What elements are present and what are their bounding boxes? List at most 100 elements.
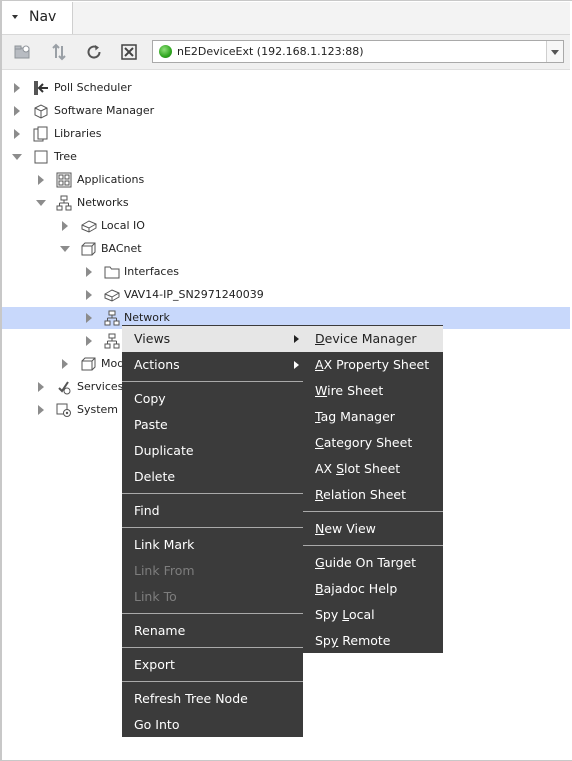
submenu-item-ax-property-sheet[interactable]: AX Property Sheet: [303, 352, 443, 378]
expand-icon[interactable]: [62, 221, 68, 231]
menu-separator: [122, 527, 303, 528]
submenu-item-relation-sheet[interactable]: Relation Sheet: [303, 482, 443, 508]
caret-down-icon[interactable]: [12, 15, 18, 19]
menu-item-link-to: Link To: [122, 584, 303, 610]
menu-label: Go Into: [134, 717, 180, 732]
menu-label: Find: [134, 503, 160, 518]
tree-node-software-manager[interactable]: Software Manager: [2, 100, 570, 122]
submenu-item-wire-sheet[interactable]: Wire Sheet: [303, 378, 443, 404]
mnemonic: G: [315, 555, 325, 570]
menu-item-views[interactable]: Views: [122, 326, 303, 352]
tree-node-libraries[interactable]: Libraries: [2, 123, 570, 145]
submenu-item-spy-remote[interactable]: Spy Remote: [303, 628, 443, 654]
station-select[interactable]: nE2DeviceExt (192.168.1.123:88): [152, 40, 564, 63]
menu-item-paste[interactable]: Paste: [122, 412, 303, 438]
item-text: ag Manager: [320, 409, 395, 424]
expand-icon[interactable]: [38, 175, 44, 185]
close-button[interactable]: [118, 41, 140, 63]
tree-node-networks[interactable]: Networks: [2, 192, 570, 214]
menu-label: Link To: [134, 589, 177, 604]
chevron-down-icon: [551, 50, 559, 55]
collapse-icon[interactable]: [36, 200, 46, 206]
expand-icon[interactable]: [62, 359, 68, 369]
menu-separator: [122, 493, 303, 494]
collapse-icon[interactable]: [12, 154, 22, 160]
expand-icon[interactable]: [86, 290, 92, 300]
new-station-button[interactable]: [12, 41, 34, 63]
nav-tab[interactable]: Nav: [2, 2, 73, 34]
item-text: ire Sheet: [327, 383, 384, 398]
submenu-item-ax-slot-sheet[interactable]: AX Slot Sheet: [303, 456, 443, 482]
submenu-item-device-manager[interactable]: Device Manager: [303, 326, 443, 352]
mnemonic: L: [342, 607, 349, 622]
expand-icon[interactable]: [38, 382, 44, 392]
station-name: nE2DeviceExt (192.168.1.123:88): [177, 45, 364, 58]
network-icon: [104, 310, 120, 326]
menu-item-export[interactable]: Export: [122, 652, 303, 678]
menu-item-link-from: Link From: [122, 558, 303, 584]
menu-item-refresh-tree-node[interactable]: Refresh Tree Node: [122, 686, 303, 712]
tree-node-local-io[interactable]: Local IO: [2, 215, 570, 237]
sort-button[interactable]: [48, 41, 70, 63]
menu-separator: [303, 511, 443, 512]
tree-node-vav14[interactable]: VAV14-IP_SN2971240039: [2, 284, 570, 306]
menu-item-find[interactable]: Find: [122, 498, 303, 524]
tree-node-bacnet[interactable]: BACnet: [2, 238, 570, 260]
submenu-item-guide-on-target[interactable]: Guide On Target: [303, 550, 443, 576]
submenu-item-tag-manager[interactable]: Tag Manager: [303, 404, 443, 430]
menu-item-duplicate[interactable]: Duplicate: [122, 438, 303, 464]
tree-label: Local IO: [101, 219, 145, 232]
submenu-item-new-view[interactable]: New View: [303, 516, 443, 542]
menu-item-rename[interactable]: Rename: [122, 618, 303, 644]
submenu-item-category-sheet[interactable]: Category Sheet: [303, 430, 443, 456]
item-text: evice Manager: [324, 331, 417, 346]
item-text: AX: [315, 461, 337, 476]
mnemonic: C: [315, 435, 324, 450]
sort-icon: [52, 43, 66, 61]
tree-node-tree[interactable]: Tree: [2, 146, 570, 168]
tree-icon: [34, 150, 48, 164]
menu-separator: [122, 381, 303, 382]
item-text: ocal: [349, 607, 375, 622]
expand-icon[interactable]: [38, 405, 44, 415]
item-text: uide On Target: [324, 555, 417, 570]
menu-item-delete[interactable]: Delete: [122, 464, 303, 490]
expand-icon[interactable]: [14, 106, 20, 116]
menu-label: Views: [134, 331, 171, 346]
tree-label: Interfaces: [124, 265, 179, 278]
expand-icon[interactable]: [14, 83, 20, 93]
expand-icon[interactable]: [86, 313, 92, 323]
expand-icon[interactable]: [14, 129, 20, 139]
item-text: Sp: [315, 633, 331, 648]
mnemonic: B: [315, 581, 324, 596]
mnemonic: N: [315, 521, 325, 536]
mnemonic: R: [315, 487, 324, 502]
submenu-item-spy-local[interactable]: Spy Local: [303, 602, 443, 628]
network-icon: [104, 333, 120, 349]
menu-item-actions[interactable]: Actions: [122, 352, 303, 378]
expand-icon[interactable]: [86, 267, 92, 277]
close-icon: [121, 44, 137, 60]
submenu-item-bajadoc-help[interactable]: Bajadoc Help: [303, 576, 443, 602]
menu-label: Refresh Tree Node: [134, 691, 248, 706]
mnemonic: A: [315, 357, 324, 372]
expand-icon[interactable]: [86, 336, 92, 346]
menu-item-copy[interactable]: Copy: [122, 386, 303, 412]
tree-label: Mod: [101, 357, 125, 370]
views-submenu: Device Manager AX Property Sheet Wire Sh…: [303, 325, 443, 653]
menu-item-link-mark[interactable]: Link Mark: [122, 532, 303, 558]
item-text: X Property Sheet: [323, 357, 430, 372]
item-text: ategory Sheet: [323, 435, 413, 450]
item-text: Remote: [338, 633, 391, 648]
nav-title: Nav: [29, 9, 57, 25]
refresh-button[interactable]: [83, 41, 105, 63]
tree-label: Services: [77, 380, 124, 393]
new-station-icon: [14, 45, 30, 59]
menu-item-go-into[interactable]: Go Into: [122, 712, 303, 738]
tree-node-applications[interactable]: Applications: [2, 169, 570, 191]
dropdown-button[interactable]: [546, 41, 563, 62]
menu-separator: [122, 647, 303, 648]
collapse-icon[interactable]: [60, 246, 70, 252]
tree-node-poll-scheduler[interactable]: Poll Scheduler: [2, 77, 570, 99]
tree-node-interfaces[interactable]: Interfaces: [2, 261, 570, 283]
